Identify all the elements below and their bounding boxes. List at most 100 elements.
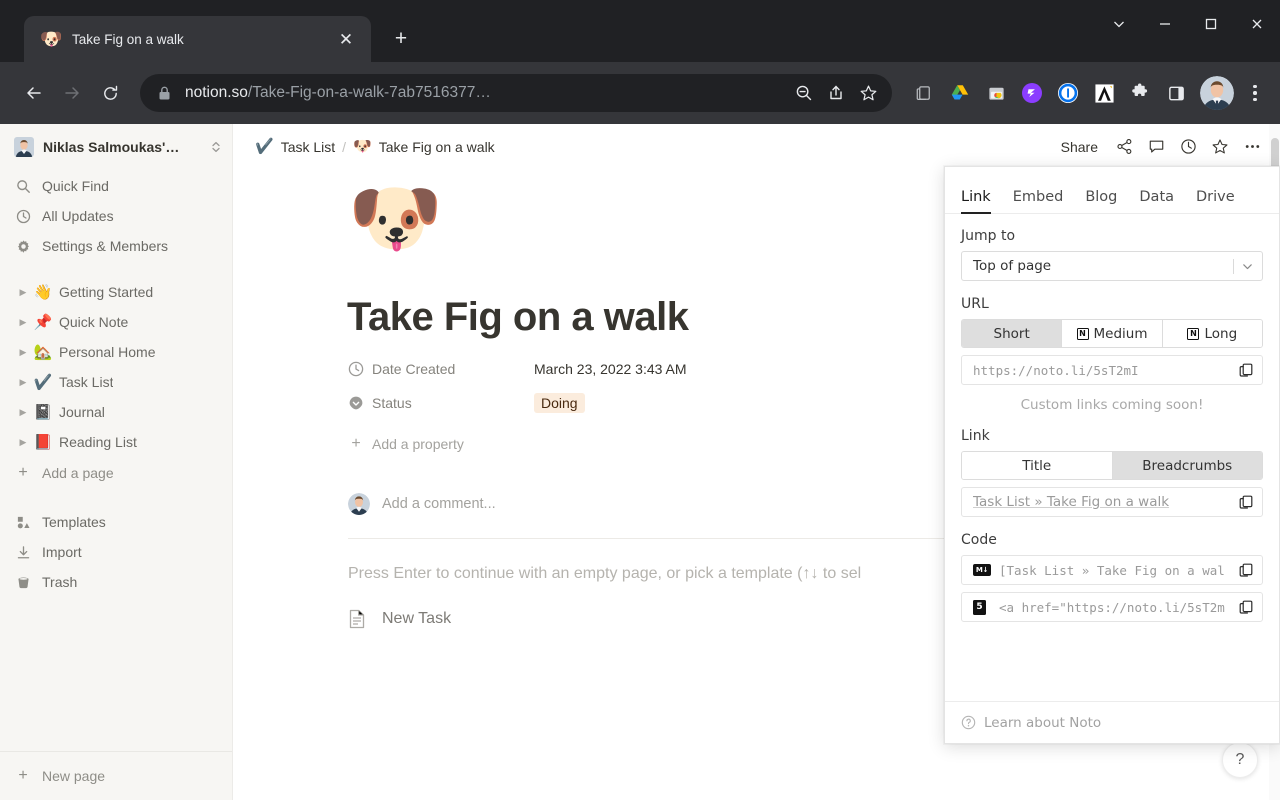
noto-tab-embed[interactable]: Embed bbox=[1013, 189, 1064, 213]
maximize-icon[interactable] bbox=[1188, 0, 1234, 48]
plus-icon: + bbox=[351, 435, 361, 452]
link-text-field[interactable]: Task List » Take Fig on a walk bbox=[961, 487, 1263, 517]
back-button-icon[interactable] bbox=[16, 75, 52, 111]
new-page-button[interactable]: + New page bbox=[0, 751, 232, 800]
sidebar-item-trash[interactable]: Trash bbox=[0, 567, 232, 597]
bookmark-star-icon[interactable] bbox=[852, 77, 884, 109]
copy-icon[interactable] bbox=[1238, 362, 1254, 378]
address-bar[interactable]: notion.so/Take-Fig-on-a-walk-7ab7516377… bbox=[140, 74, 892, 112]
noto-tab-drive[interactable]: Drive bbox=[1196, 189, 1235, 213]
tab-strip: 🐶 Take Fig on a walk ✕ + bbox=[0, 0, 417, 62]
clock-icon bbox=[348, 361, 364, 377]
share-network-icon[interactable] bbox=[1110, 133, 1138, 161]
link-option-title[interactable]: Title bbox=[962, 452, 1113, 479]
browser-menu-icon[interactable] bbox=[1240, 76, 1270, 110]
reading-list-icon[interactable] bbox=[908, 77, 940, 109]
page-emoji: 📕 bbox=[33, 433, 53, 451]
html5-icon: 5 bbox=[973, 599, 991, 615]
tab-title: Take Fig on a walk bbox=[72, 31, 184, 47]
noto-extension-icon[interactable] bbox=[1016, 77, 1048, 109]
extensions-puzzle-icon[interactable] bbox=[1124, 77, 1156, 109]
link-option-breadcrumbs[interactable]: Breadcrumbs bbox=[1112, 452, 1262, 479]
breadcrumb-item-current-page[interactable]: 🐶 Take Fig on a walk bbox=[353, 139, 495, 155]
favorite-star-icon[interactable] bbox=[1206, 133, 1234, 161]
tab-search-chevron-icon[interactable] bbox=[1096, 0, 1142, 48]
noto-tab-data[interactable]: Data bbox=[1139, 189, 1174, 213]
chevron-right-icon[interactable]: ▶ bbox=[14, 377, 32, 388]
1password-icon[interactable] bbox=[1052, 77, 1084, 109]
google-drive-icon[interactable] bbox=[944, 77, 976, 109]
page-emoji: 📓 bbox=[33, 403, 53, 421]
property-name[interactable]: Status bbox=[348, 395, 534, 411]
side-panel-icon[interactable] bbox=[1160, 77, 1192, 109]
sidebar-nav-group: Quick Find All Updates Settings & Member… bbox=[0, 169, 232, 261]
sidebar-item-all-updates[interactable]: All Updates bbox=[0, 201, 232, 231]
sidebar-page-personal-home[interactable]: ▶ 🏡 Personal Home bbox=[0, 337, 232, 367]
zoom-out-icon[interactable] bbox=[788, 77, 820, 109]
sidebar-page-journal[interactable]: ▶ 📓 Journal bbox=[0, 397, 232, 427]
page-label: Reading List bbox=[59, 434, 137, 450]
copy-icon[interactable] bbox=[1238, 599, 1254, 615]
property-value-status[interactable]: Doing bbox=[534, 393, 585, 413]
forward-button-icon[interactable] bbox=[54, 75, 90, 111]
markdown-code-field[interactable]: M↓ [Task List » Take Fig on a wal bbox=[961, 555, 1263, 585]
browser-window: 🐶 Take Fig on a walk ✕ + notion.so/Take-… bbox=[0, 0, 1280, 800]
url-option-medium[interactable]: N Medium bbox=[1062, 320, 1163, 347]
minimize-icon[interactable] bbox=[1142, 0, 1188, 48]
chevron-right-icon[interactable]: ▶ bbox=[14, 347, 32, 358]
url-text: notion.so/Take-Fig-on-a-walk-7ab7516377… bbox=[185, 84, 788, 102]
profile-avatar[interactable] bbox=[1200, 76, 1234, 110]
noto-tab-link[interactable]: Link bbox=[961, 189, 991, 214]
chevron-right-icon[interactable]: ▶ bbox=[14, 317, 32, 328]
property-value-date[interactable]: March 23, 2022 3:43 AM bbox=[534, 361, 687, 377]
clock-icon bbox=[14, 207, 32, 225]
sidebar-page-reading-list[interactable]: ▶ 📕 Reading List bbox=[0, 427, 232, 457]
sidebar-item-import[interactable]: Import bbox=[0, 537, 232, 567]
noto-panel-footer[interactable]: Learn about Noto bbox=[945, 701, 1279, 743]
chevron-right-icon[interactable]: ▶ bbox=[14, 287, 32, 298]
more-options-icon[interactable] bbox=[1238, 133, 1266, 161]
url-option-long[interactable]: N Long bbox=[1162, 320, 1262, 347]
url-option-short[interactable]: Short bbox=[962, 320, 1063, 347]
jump-to-value: Top of page bbox=[973, 258, 1052, 274]
page-label: Quick Note bbox=[59, 314, 129, 330]
new-tab-button[interactable]: + bbox=[385, 22, 417, 54]
plus-icon: + bbox=[18, 767, 28, 784]
sidebar-item-settings-members[interactable]: Settings & Members bbox=[0, 231, 232, 261]
short-url-value: https://noto.li/5sT2mI bbox=[973, 362, 1139, 378]
share-icon[interactable] bbox=[820, 77, 852, 109]
jump-to-select[interactable]: Top of page bbox=[961, 251, 1263, 281]
reload-button-icon[interactable] bbox=[92, 75, 128, 111]
workspace-switcher[interactable]: Niklas Salmoukas'… bbox=[0, 124, 232, 169]
sidebar-page-quick-note[interactable]: ▶ 📌 Quick Note bbox=[0, 307, 232, 337]
sidebar-page-getting-started[interactable]: ▶ 👋 Getting Started bbox=[0, 277, 232, 307]
workspace-avatar bbox=[14, 136, 34, 157]
share-button[interactable]: Share bbox=[1053, 135, 1106, 159]
chevron-right-icon[interactable]: ▶ bbox=[14, 437, 32, 448]
close-window-icon[interactable] bbox=[1234, 0, 1280, 48]
sidebar-page-task-list[interactable]: ▶ ✔️ Task List bbox=[0, 367, 232, 397]
comment-icon[interactable] bbox=[1142, 133, 1170, 161]
search-icon bbox=[14, 177, 32, 195]
html-code-field[interactable]: 5 <a href="https://noto.li/5sT2m bbox=[961, 592, 1263, 622]
help-button[interactable]: ? bbox=[1222, 742, 1258, 778]
breadcrumb-item-task-list[interactable]: ✔️ Task List bbox=[255, 139, 335, 155]
browser-tab[interactable]: 🐶 Take Fig on a walk ✕ bbox=[24, 16, 371, 62]
sidebar-item-label: Quick Find bbox=[42, 178, 109, 194]
sidebar-item-templates[interactable]: Templates bbox=[0, 507, 232, 537]
tab-close-icon[interactable]: ✕ bbox=[333, 26, 359, 52]
topbar-actions: Share bbox=[1053, 133, 1266, 161]
screenshot-icon[interactable] bbox=[980, 77, 1012, 109]
add-a-page-button[interactable]: + Add a page bbox=[0, 457, 232, 488]
property-name[interactable]: Date Created bbox=[348, 361, 534, 377]
copy-icon[interactable] bbox=[1238, 562, 1254, 578]
noto-tab-blog[interactable]: Blog bbox=[1085, 189, 1117, 213]
import-icon bbox=[14, 543, 32, 561]
workspace-expand-icon[interactable] bbox=[210, 140, 222, 154]
arc-icon[interactable] bbox=[1088, 77, 1120, 109]
sidebar-item-quick-find[interactable]: Quick Find bbox=[0, 171, 232, 201]
chevron-right-icon[interactable]: ▶ bbox=[14, 407, 32, 418]
copy-icon[interactable] bbox=[1238, 494, 1254, 510]
short-url-field[interactable]: https://noto.li/5sT2mI bbox=[961, 355, 1263, 385]
updates-clock-icon[interactable] bbox=[1174, 133, 1202, 161]
